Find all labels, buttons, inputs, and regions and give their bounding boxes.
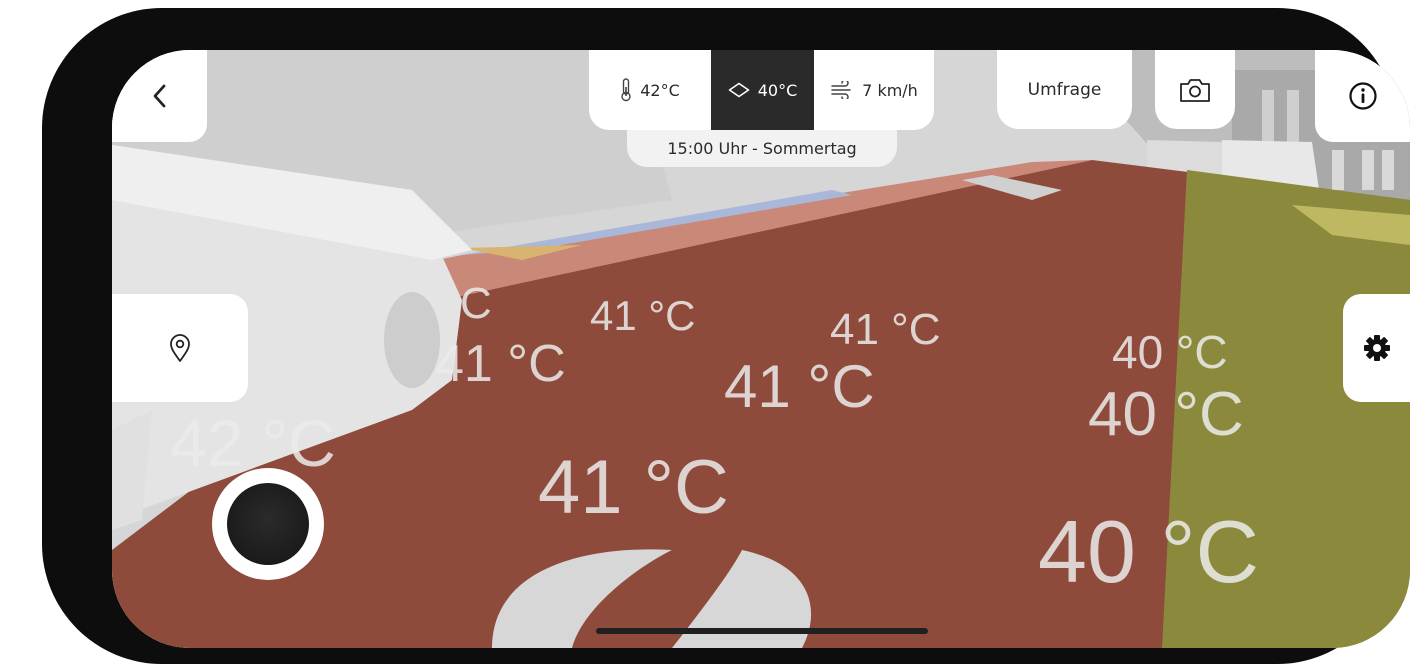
phone-frame: C 41 °C 41 °C 41 °C 41 °C 42 °C 41 °C 40… — [42, 8, 1410, 664]
temp-label: 41 °C — [435, 335, 566, 393]
thermometer-icon — [621, 78, 631, 102]
chevron-left-icon — [153, 84, 165, 108]
surface-temperature-value: 40°C — [757, 80, 798, 100]
gear-icon — [1363, 335, 1390, 361]
wind-tab[interactable]: 7 km/h — [814, 50, 934, 130]
capture-button[interactable] — [212, 468, 324, 580]
surface-temperature-tab[interactable]: 40°C — [711, 50, 814, 130]
camera-button[interactable] — [1155, 50, 1235, 129]
temp-label: 42 °C — [170, 406, 336, 480]
air-temperature-tab[interactable]: 42°C — [589, 50, 711, 130]
temp-label: 41 °C — [590, 292, 696, 339]
temp-label: 40 °C — [1112, 326, 1228, 378]
diamond-icon — [728, 82, 750, 98]
survey-button[interactable]: Umfrage — [997, 50, 1132, 129]
wind-value: 7 km/h — [862, 80, 918, 100]
temp-label: 41 °C — [538, 445, 729, 530]
air-temperature-value: 42°C — [640, 80, 680, 100]
survey-button-label: Umfrage — [1027, 79, 1102, 100]
back-button[interactable] — [112, 50, 207, 142]
info-button[interactable] — [1315, 50, 1410, 142]
location-button[interactable] — [112, 294, 248, 402]
map-pin-icon — [170, 334, 190, 362]
temp-label: 41 °C — [830, 305, 941, 354]
time-scenario-text: 15:00 Uhr - Sommertag — [667, 139, 857, 158]
temp-label: C — [460, 279, 492, 328]
settings-button[interactable] — [1343, 294, 1410, 402]
camera-icon — [1180, 78, 1210, 102]
ar-screen: C 41 °C 41 °C 41 °C 41 °C 42 °C 41 °C 40… — [112, 50, 1410, 648]
home-indicator[interactable] — [596, 628, 928, 634]
capture-button-core — [227, 483, 309, 565]
conditions-bar: 42°C 40°C 7 km/h — [589, 50, 934, 130]
info-icon — [1348, 82, 1377, 110]
temp-label: 40 °C — [1038, 502, 1260, 601]
wind-icon — [831, 81, 851, 99]
temp-label: 41 °C — [724, 353, 875, 420]
temp-label: 40 °C — [1088, 380, 1244, 449]
time-scenario-label[interactable]: 15:00 Uhr - Sommertag — [627, 130, 897, 167]
